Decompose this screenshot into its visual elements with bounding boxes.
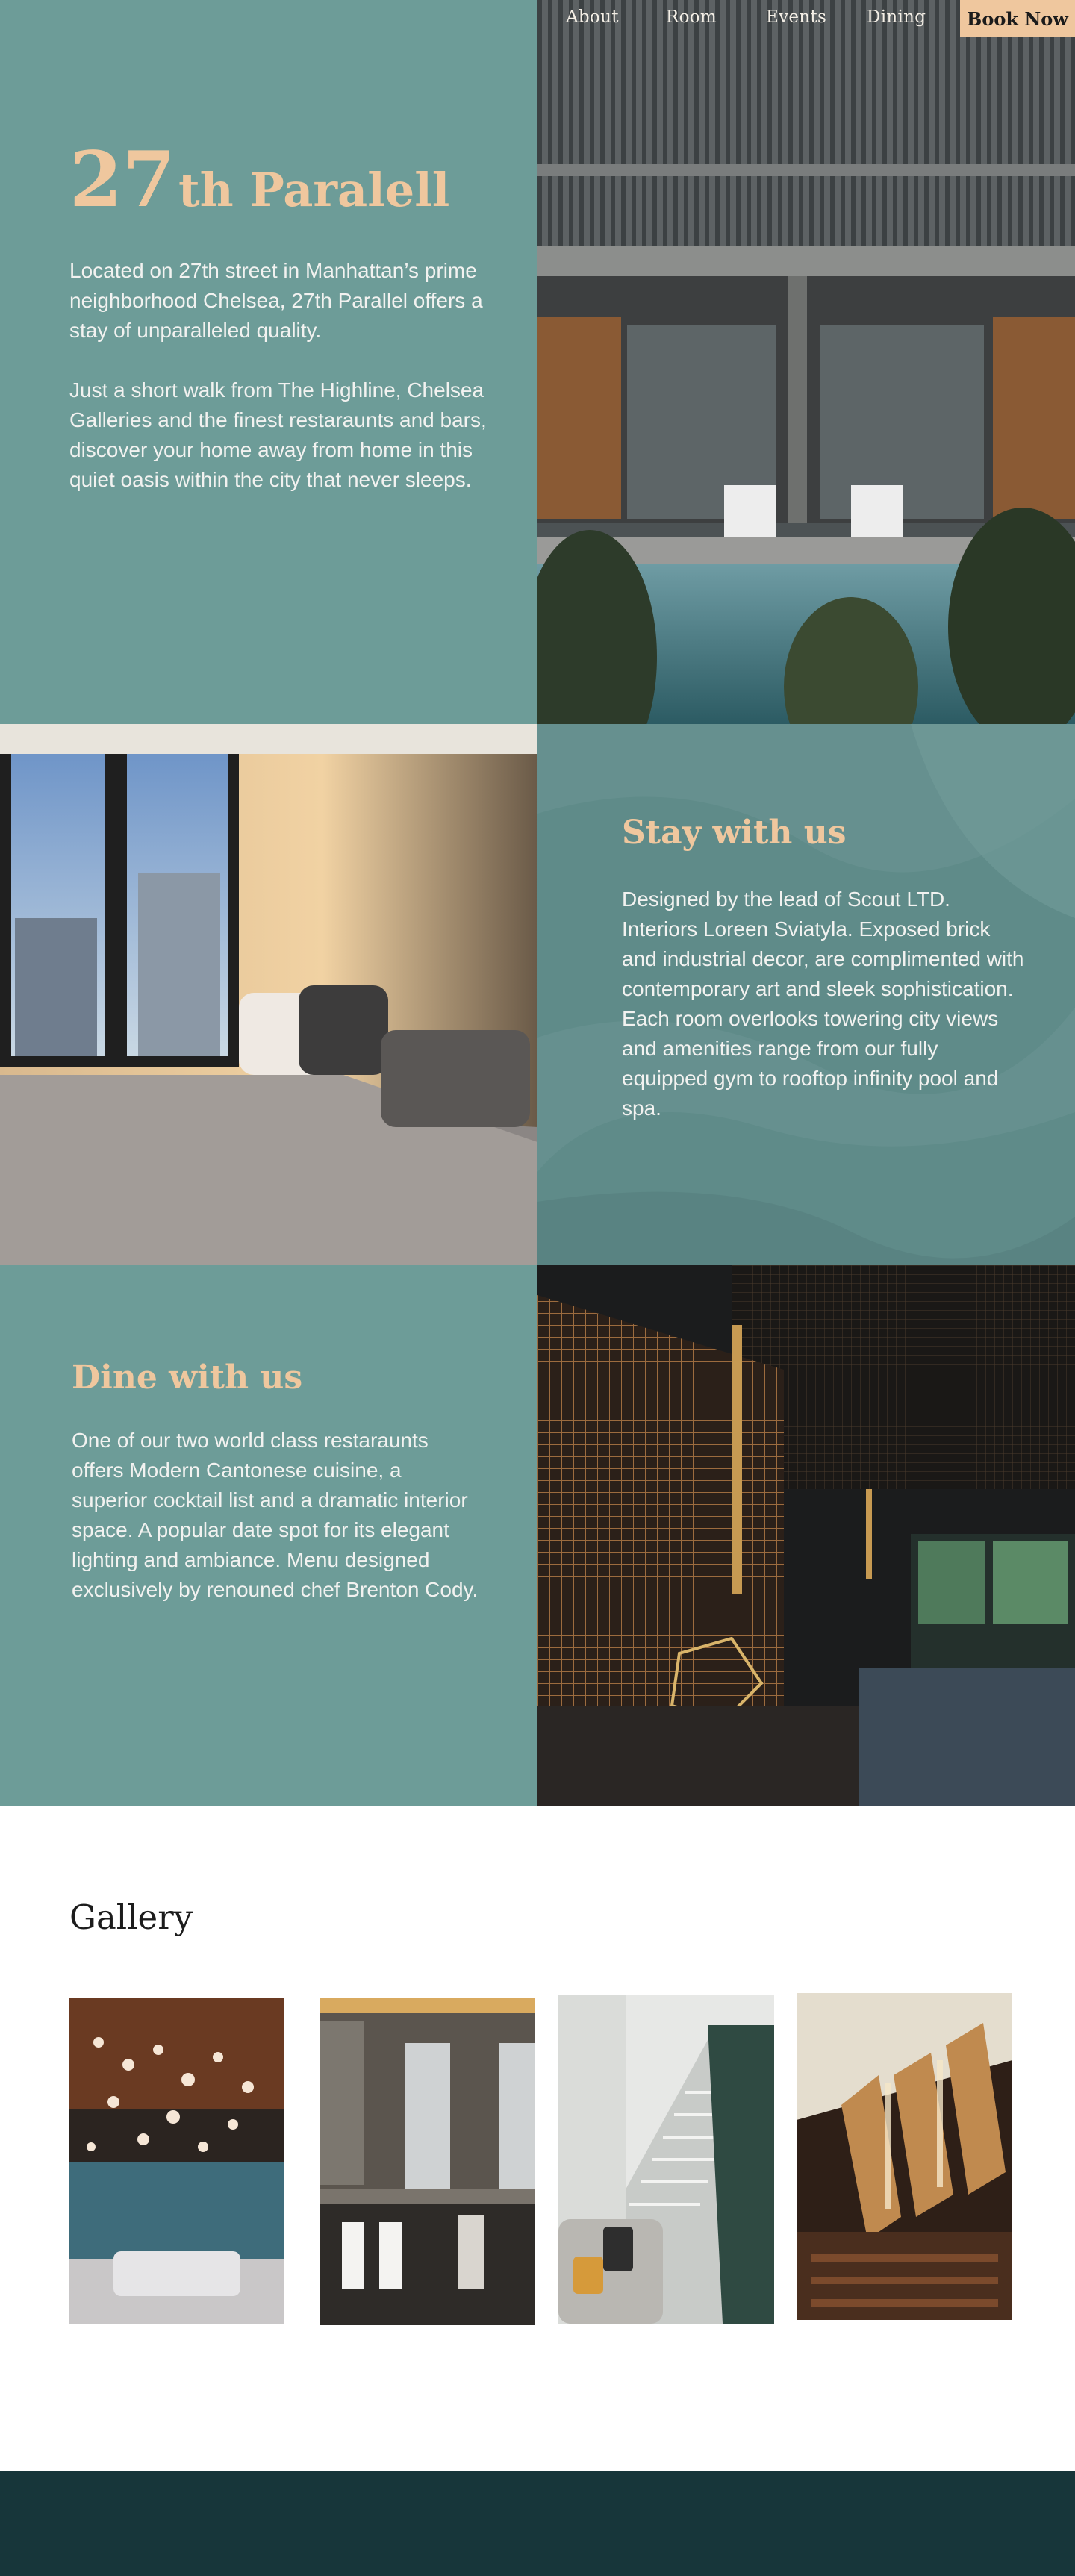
- hotel-name-heading: 27th Paralell: [69, 142, 449, 218]
- nav-link-events[interactable]: Events: [766, 7, 826, 27]
- site-footer: [0, 2471, 1075, 2576]
- gallery-image-staircase[interactable]: [558, 1995, 774, 2324]
- hero-paragraph-neighborhood: Just a short walk from The Highline, Che…: [69, 375, 502, 495]
- gallery-image-bathroom-vanity[interactable]: [320, 1998, 535, 2325]
- hero-paragraph-line: Just a short walk from The Highline, Che…: [69, 378, 487, 431]
- hero-intro-panel: 27th Paralell Located on 27th street in …: [0, 0, 538, 724]
- nav-link-room[interactable]: Room: [666, 7, 717, 27]
- nav-link-about[interactable]: About: [566, 7, 619, 27]
- book-now-button[interactable]: Book Now: [960, 0, 1075, 37]
- gallery-title: Gallery: [69, 1897, 193, 1937]
- bedroom-photo: [0, 724, 538, 1265]
- gallery-image-wood-atrium[interactable]: [797, 1993, 1012, 2320]
- hero-paragraph-line: discover your home away from home in thi…: [69, 438, 473, 491]
- restaurant-interior-photo: [538, 1265, 1075, 1806]
- stay-section-title: Stay with us: [622, 814, 847, 852]
- hero-paragraph-location: Located on 27th street in Manhattan’s pr…: [69, 259, 483, 342]
- nav-link-dining[interactable]: Dining: [867, 7, 926, 27]
- hotel-name-number: 27: [69, 135, 175, 225]
- dine-section-title: Dine with us: [72, 1359, 303, 1397]
- hotel-name-text: th Paralell: [178, 163, 450, 217]
- stay-with-us-section: Stay with us Designed by the lead of Sco…: [538, 724, 1075, 1265]
- top-navigation: About Room Events Dining Book Now: [538, 0, 1075, 37]
- dine-section-body: One of our two world class restaraunts o…: [72, 1429, 479, 1601]
- hero-pool-photo: [538, 0, 1075, 724]
- gallery-image-lounge-chandeliers[interactable]: [69, 1998, 284, 2324]
- stay-section-body: Designed by the lead of Scout LTD. Inter…: [622, 888, 1024, 1120]
- dine-with-us-section: Dine with us One of our two world class …: [0, 1265, 538, 1806]
